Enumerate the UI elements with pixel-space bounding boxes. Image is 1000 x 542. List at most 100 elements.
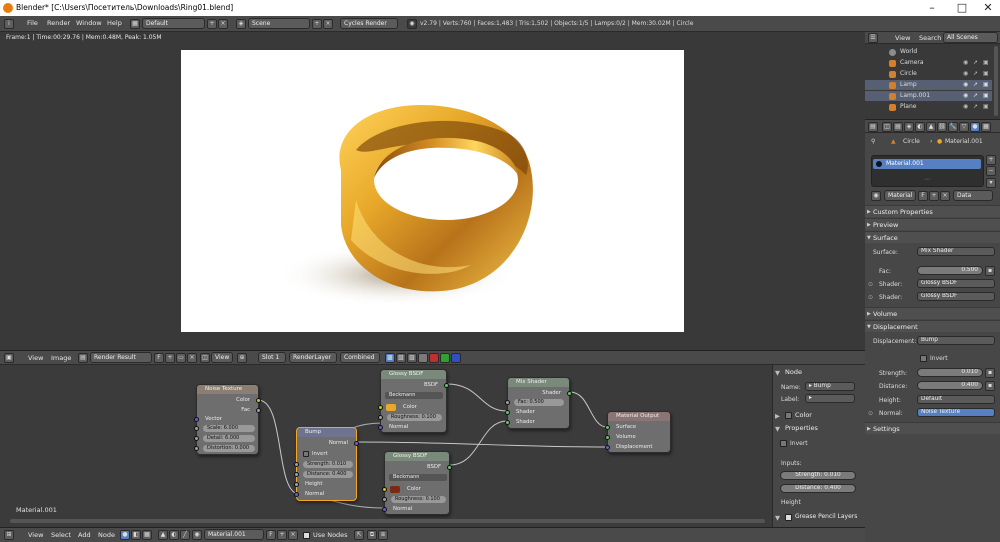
glossy1-bsdf-socket[interactable] bbox=[444, 383, 449, 388]
channel-green-icon[interactable] bbox=[440, 353, 450, 363]
surface-shader-select[interactable]: Mix Shader bbox=[917, 247, 995, 256]
link-data-select[interactable]: Data bbox=[953, 190, 993, 201]
menu-view[interactable]: View bbox=[28, 354, 43, 362]
glossy2-normal-socket[interactable] bbox=[382, 507, 387, 512]
properties-type-icon[interactable]: ▤ bbox=[868, 122, 878, 132]
panel-distance-field[interactable]: Distance: 0.400 bbox=[780, 484, 856, 493]
menu-node-add[interactable]: Add bbox=[78, 531, 91, 539]
tab-data-icon[interactable]: ▽ bbox=[959, 122, 969, 132]
menu-image[interactable]: Image bbox=[51, 354, 71, 362]
close-button[interactable]: ✕ bbox=[976, 1, 1000, 15]
glossy2-roughness-field[interactable]: Roughness: 0.100 bbox=[391, 496, 446, 503]
screen-layout-icon[interactable]: ▦ bbox=[130, 19, 140, 29]
node-editor-scrollbar[interactable] bbox=[10, 519, 765, 523]
camera-render-icon[interactable]: ▣ bbox=[983, 58, 989, 68]
texture-tree-icon[interactable]: ▦ bbox=[142, 530, 152, 540]
noise-detail-field[interactable]: Detail: 6.000 bbox=[203, 435, 255, 442]
outliner-type-icon[interactable]: ☰ bbox=[868, 33, 878, 43]
node-properties-header[interactable]: Properties bbox=[785, 424, 818, 432]
mix-shader-out-socket[interactable] bbox=[567, 391, 572, 396]
bump-invert-checkbox[interactable] bbox=[303, 451, 309, 457]
output-displacement-socket[interactable] bbox=[605, 445, 610, 450]
displacement-select[interactable]: Bump bbox=[917, 336, 995, 345]
channel-white-icon[interactable] bbox=[418, 353, 428, 363]
node-noise-texture[interactable]: Noise Texture Color Fac Vector Scale: 6.… bbox=[194, 384, 261, 455]
bump-distance-field[interactable]: Distance: 0.400 bbox=[303, 471, 353, 478]
menu-node-view[interactable]: View bbox=[28, 531, 43, 539]
tab-object-icon[interactable]: ▲ bbox=[926, 122, 936, 132]
panel-invert-checkbox[interactable] bbox=[780, 440, 787, 447]
tab-material-icon[interactable]: ● bbox=[970, 122, 980, 132]
circle-render-icon[interactable]: ▣ bbox=[983, 69, 989, 79]
circle-visibility-eye-icon[interactable]: ◉ bbox=[963, 69, 968, 79]
image-unlink-button[interactable]: × bbox=[187, 353, 197, 363]
image-new-button[interactable]: + bbox=[165, 353, 175, 363]
outliner-row-circle[interactable]: Circle ◉ ➚ ▣ bbox=[865, 69, 992, 79]
mix-shader-1-socket[interactable] bbox=[505, 410, 510, 415]
bump-height-socket[interactable] bbox=[294, 482, 299, 487]
properties-triangle-icon[interactable]: ▼ bbox=[775, 425, 780, 433]
section-volume[interactable]: ▶ Volume bbox=[865, 307, 1000, 319]
bump-normal-out-socket[interactable] bbox=[354, 441, 359, 446]
outliner-row-world[interactable]: World bbox=[865, 47, 992, 57]
material-slot-row[interactable]: Material.001 bbox=[873, 159, 981, 169]
glossy2-color-socket[interactable] bbox=[382, 487, 387, 492]
panel-strength-field[interactable]: Strength: 0.010 bbox=[780, 471, 856, 480]
render-pass-select[interactable]: Combined bbox=[340, 352, 380, 363]
node-editor-canvas[interactable]: Noise Texture Color Fac Vector Scale: 6.… bbox=[0, 365, 772, 527]
node-material-output[interactable]: Material Output Surface Volume Displacem… bbox=[605, 411, 671, 453]
node-mix-shader[interactable]: Mix Shader Shader Fac: 0.500 Shader Shad… bbox=[505, 377, 572, 429]
glossy1-distribution-select[interactable]: Beckmann bbox=[385, 392, 443, 399]
menu-node-node[interactable]: Node bbox=[98, 531, 115, 539]
shader-tree-icon[interactable]: ● bbox=[120, 530, 130, 540]
properties-add-material-button[interactable]: + bbox=[929, 191, 939, 201]
plane-visibility-eye-icon[interactable]: ◉ bbox=[963, 102, 968, 112]
bump-normal-in-socket[interactable] bbox=[294, 492, 299, 497]
glossy1-color-swatch[interactable] bbox=[386, 404, 396, 411]
material-unlink-button[interactable]: × bbox=[288, 530, 298, 540]
menu-file[interactable]: File bbox=[27, 19, 38, 27]
grease-pencil-header[interactable]: Grease Pencil Layers bbox=[795, 513, 857, 520]
tab-scene-icon[interactable]: ◈ bbox=[904, 122, 914, 132]
outliner-filter-select[interactable]: All Scenes bbox=[943, 32, 998, 43]
image-open-button[interactable]: ▭ bbox=[176, 353, 186, 363]
section-settings[interactable]: ▶ Settings bbox=[865, 422, 1000, 434]
distance-field[interactable]: 0.400 bbox=[917, 381, 983, 390]
menu-render[interactable]: Render bbox=[47, 19, 70, 27]
image-name-field[interactable]: Render Result bbox=[90, 352, 152, 363]
scene-icon[interactable]: ◈ bbox=[236, 19, 246, 29]
slot-menu-button[interactable]: ▾ bbox=[986, 178, 996, 188]
lamp-001-visibility-eye-icon[interactable]: ◉ bbox=[963, 91, 968, 101]
noise-detail-socket[interactable] bbox=[194, 436, 199, 441]
material-slot-list[interactable]: Material.001 ⋯ bbox=[871, 155, 984, 187]
display-alpha-icon[interactable]: ▨ bbox=[407, 353, 417, 363]
render-layer-select[interactable]: RenderLayer bbox=[289, 352, 337, 363]
node-snap-icon[interactable]: ⇱ bbox=[354, 530, 364, 540]
outliner-row-lamp[interactable]: Lamp ◉ ➚ ▣ bbox=[865, 80, 992, 90]
tab-layers-icon[interactable]: ▤ bbox=[893, 122, 903, 132]
camera-visibility-eye-icon[interactable]: ◉ bbox=[963, 58, 968, 68]
node-name-field[interactable]: ▸ Bump bbox=[805, 382, 855, 391]
noise-color-socket[interactable] bbox=[256, 398, 261, 403]
mix-fac-field[interactable]: Fac: 0.500 bbox=[514, 399, 564, 406]
section-displacement[interactable]: ▼ Displacement bbox=[865, 320, 1000, 332]
tab-world-icon[interactable]: ◐ bbox=[915, 122, 925, 132]
properties-fake-user-button[interactable]: F bbox=[918, 191, 928, 201]
image-editor-type-icon[interactable]: ▣ bbox=[4, 353, 14, 363]
output-volume-socket[interactable] bbox=[605, 435, 610, 440]
lamp-001-render-icon[interactable]: ▣ bbox=[983, 91, 989, 101]
line-style-icon[interactable]: ╱ bbox=[180, 530, 190, 540]
material-browse-icon[interactable]: ◉ bbox=[192, 530, 202, 540]
image-browse-icon[interactable]: ▤ bbox=[78, 353, 88, 363]
add-layout-button[interactable]: + bbox=[207, 19, 217, 29]
bump-distance-socket[interactable] bbox=[294, 472, 299, 477]
material-add-button[interactable]: + bbox=[277, 530, 287, 540]
normal-select[interactable]: Noise Texture bbox=[917, 408, 995, 417]
view-icon[interactable]: ◫ bbox=[200, 353, 210, 363]
outliner-menu-search[interactable]: Search bbox=[919, 34, 941, 42]
view-menu[interactable]: View bbox=[211, 352, 233, 363]
output-surface-socket[interactable] bbox=[605, 425, 610, 430]
tab-constraints-icon[interactable]: ⛓ bbox=[937, 122, 947, 132]
pivot-icon[interactable]: ⊕ bbox=[237, 353, 247, 363]
glossy2-color-swatch[interactable] bbox=[390, 486, 400, 493]
